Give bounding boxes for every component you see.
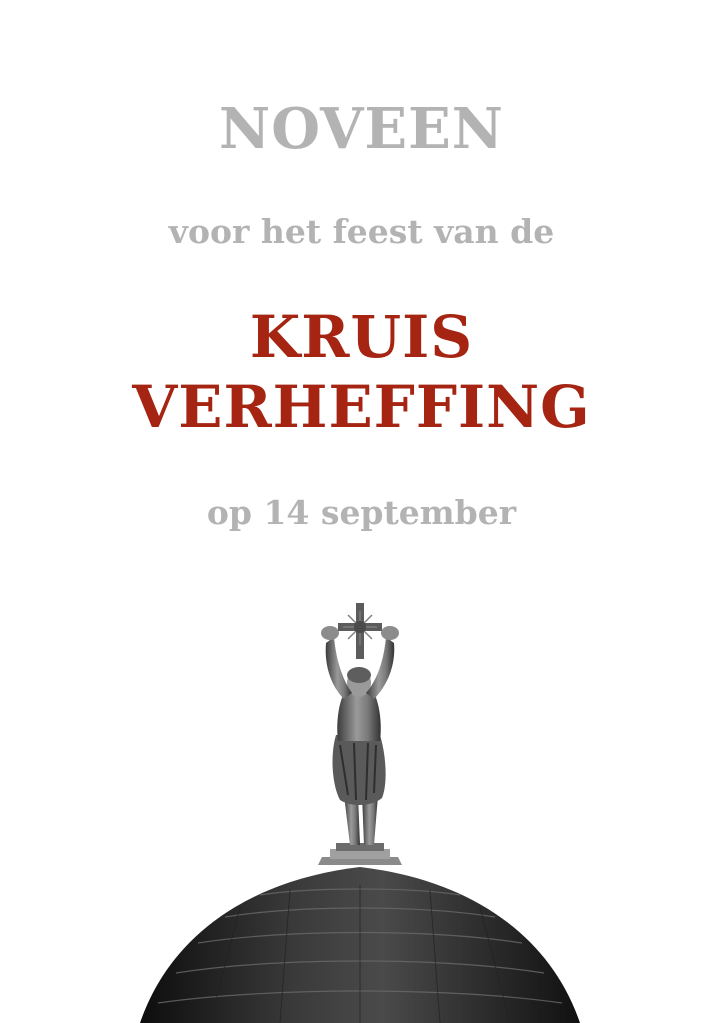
statue-holding-cross-on-dome-icon: [140, 603, 580, 1023]
cover-title: NOVEEN: [219, 96, 504, 162]
feast-date: op 14 september: [206, 493, 517, 532]
cover-page: NOVEEN voor het feest van de KRUIS VERHE…: [0, 0, 723, 1023]
cover-subtitle: voor het feest van de: [168, 212, 555, 251]
feast-name-line-2: VERHEFFING: [132, 373, 591, 441]
feast-name-line-1: KRUIS: [249, 303, 474, 371]
feast-name: KRUIS VERHEFFING: [0, 302, 723, 442]
